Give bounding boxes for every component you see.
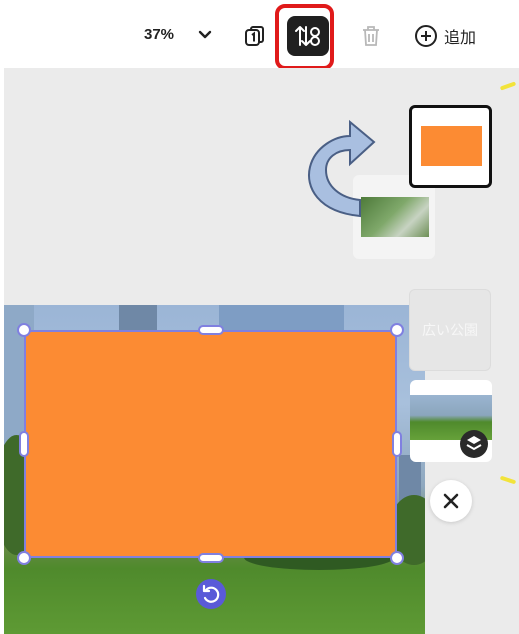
chevron-down-icon[interactable]: [196, 26, 214, 44]
thumbnail-shape: [421, 126, 482, 166]
resize-handle-right[interactable]: [392, 431, 402, 457]
plus-circle-icon: [415, 25, 437, 47]
curved-arrow-icon: [308, 119, 376, 218]
layers-glyph: [466, 436, 482, 451]
page-thumbnail-orange[interactable]: [409, 105, 492, 188]
highlight-frame: [275, 4, 334, 70]
add-label: 追加: [444, 30, 477, 47]
page-thumbnail-text[interactable]: 広い公園: [409, 289, 491, 371]
thumbnail-text: 広い公園: [422, 322, 478, 338]
zoom-level[interactable]: 37%: [144, 26, 174, 43]
layers-icon[interactable]: [460, 430, 488, 458]
trash-icon[interactable]: [360, 24, 382, 48]
pages-icon[interactable]: [243, 24, 267, 48]
resize-handle-top-left[interactable]: [17, 323, 31, 337]
resize-handle-bottom-right[interactable]: [390, 551, 404, 565]
resize-handle-top[interactable]: [198, 325, 224, 335]
selection-box: [24, 330, 397, 558]
resize-handle-left[interactable]: [19, 431, 29, 457]
resize-handle-top-right[interactable]: [390, 323, 404, 337]
close-button[interactable]: [430, 480, 472, 522]
add-button[interactable]: 追加: [414, 22, 476, 50]
resize-handle-bottom[interactable]: [198, 553, 224, 563]
close-icon: [443, 493, 459, 509]
rotate-icon: [202, 584, 220, 603]
rotate-handle[interactable]: [196, 579, 226, 609]
top-toolbar: 37% 追加: [0, 0, 519, 70]
resize-handle-bottom-left[interactable]: [17, 551, 31, 565]
